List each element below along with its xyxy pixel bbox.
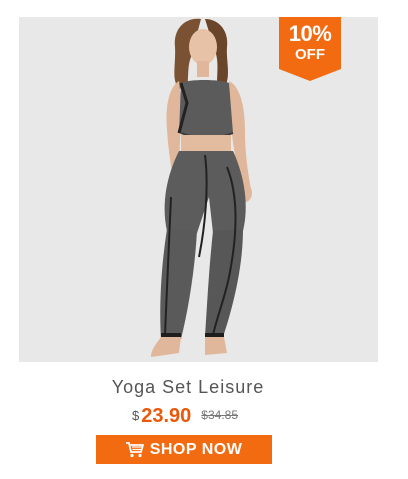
shop-now-button[interactable]: SHOP NOW — [96, 435, 272, 464]
product-title[interactable]: Yoga Set Leisure — [0, 377, 376, 398]
price-row: $23.90 $34.85 — [0, 405, 370, 428]
original-price: $34.85 — [201, 408, 238, 422]
currency-symbol: $ — [132, 408, 140, 423]
product-card: 10% OFF Yoga Set Leisure $23.90 $34.85 SH… — [0, 0, 408, 479]
cart-icon — [125, 441, 144, 457]
discount-off-label: OFF — [295, 46, 325, 63]
discount-percent: 10% — [288, 21, 332, 46]
shop-now-label: SHOP NOW — [149, 440, 243, 458]
discount-badge: 10% OFF — [279, 17, 341, 81]
current-price: 23.90 — [141, 405, 192, 427]
